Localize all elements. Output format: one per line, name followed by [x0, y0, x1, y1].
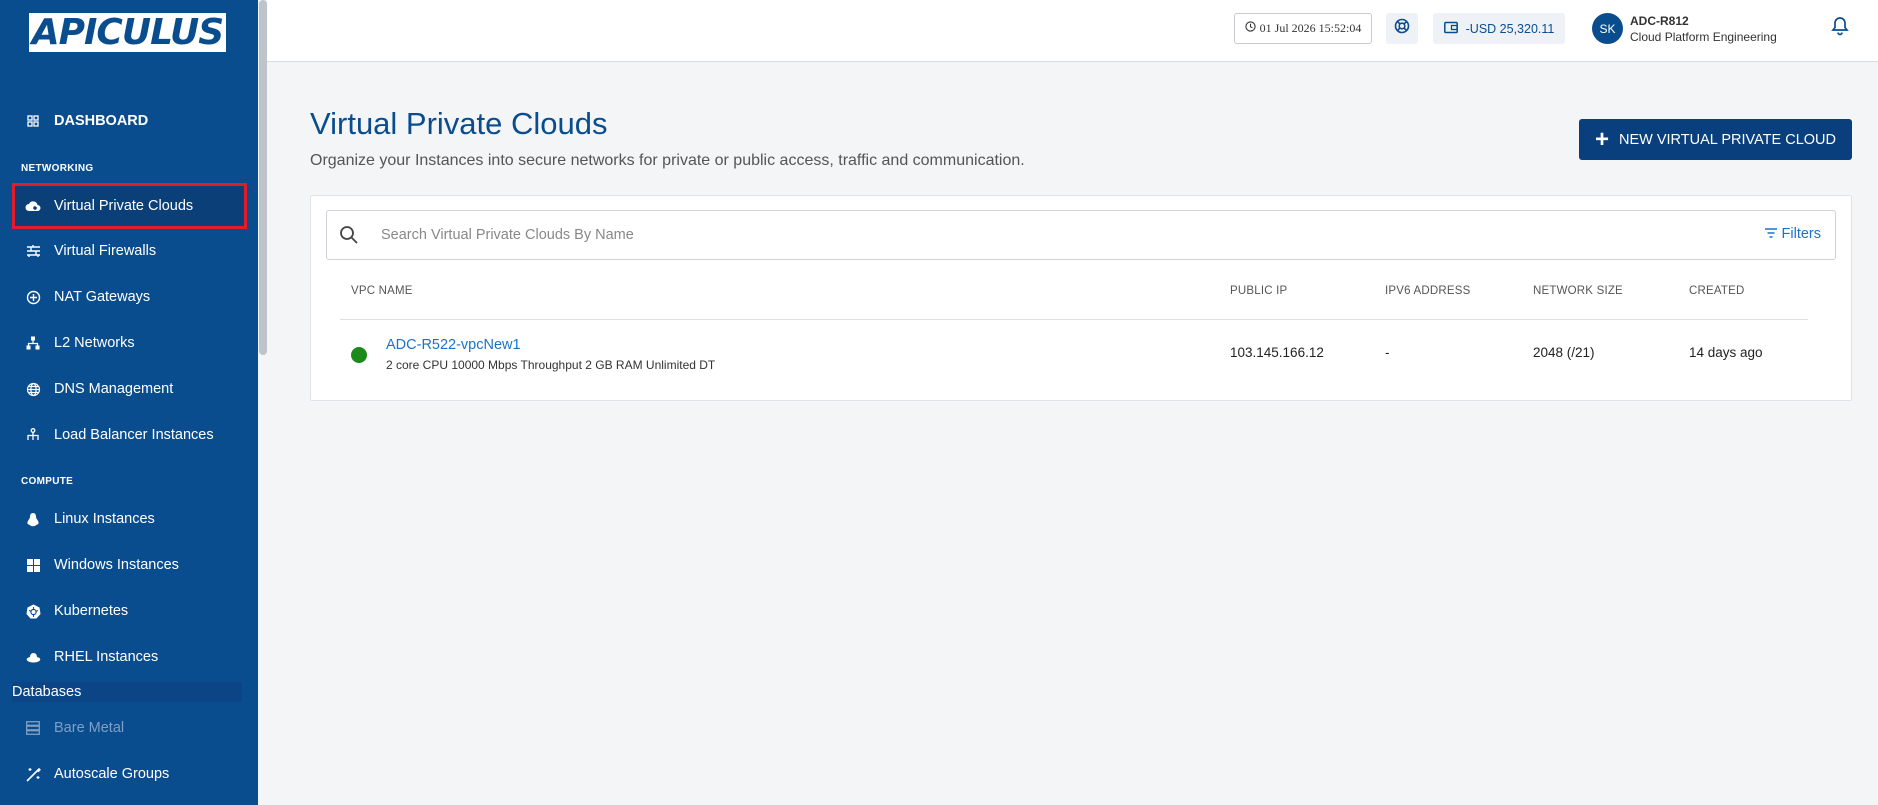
column-header-vpc-name: VPC NAME: [351, 285, 413, 297]
status-indicator: [351, 347, 367, 363]
load-balancer-icon: [25, 427, 41, 443]
user-name[interactable]: ADC-R812: [1630, 14, 1689, 28]
filter-icon: [1764, 226, 1777, 242]
new-virtual-private-cloud-button[interactable]: + NEW VIRTUAL PRIVATE CLOUD: [1579, 119, 1852, 160]
dashboard-icon: [25, 113, 41, 129]
sidebar-item-label: Bare Metal: [54, 720, 125, 736]
cloud-icon: [25, 198, 41, 214]
search-icon: [339, 225, 359, 245]
header-divider: [340, 319, 1808, 320]
bell-icon: [1831, 16, 1849, 41]
sidebar-item-databases[interactable]: Databases: [12, 682, 242, 702]
top-bar: 01 Jul 2026 15:52:04 -USD 25,320.11 SK A…: [267, 0, 1878, 62]
section-label-compute: COMPUTE: [21, 476, 74, 487]
wallet-icon: [1443, 21, 1458, 37]
column-header-ipv6-address: IPV6 ADDRESS: [1385, 285, 1471, 297]
sidebar-item-label: DASHBOARD: [54, 113, 149, 129]
ipv6-cell: -: [1385, 345, 1390, 360]
column-header-public-ip: PUBLIC IP: [1230, 285, 1288, 297]
search-input[interactable]: [381, 223, 1681, 247]
sidebar-item-kubernetes[interactable]: Kubernetes: [12, 588, 247, 634]
page-subtitle: Organize your Instances into secure netw…: [310, 152, 1025, 169]
sidebar-item-label: Virtual Firewalls: [54, 243, 157, 259]
datetime-display: 01 Jul 2026 15:52:04: [1234, 13, 1372, 44]
plus-icon: +: [1594, 125, 1609, 153]
created-cell: 14 days ago: [1689, 345, 1763, 360]
column-header-created: CREATED: [1689, 285, 1745, 297]
filters-label: Filters: [1781, 226, 1821, 242]
sidebar-item-label: Virtual Private Clouds: [54, 198, 194, 214]
sidebar-item-nat-gateways[interactable]: NAT Gateways: [12, 274, 247, 320]
sidebar-item-dns-management[interactable]: DNS Management: [12, 366, 247, 412]
sidebar-item-linux-instances[interactable]: Linux Instances: [12, 496, 247, 542]
sidebar: APICULUS DASHBOARD NETWORKING Virtual Pr…: [0, 0, 258, 805]
apiculus-logo[interactable]: APICULUS: [29, 12, 226, 53]
firewall-icon: [25, 243, 41, 259]
avatar[interactable]: SK: [1592, 13, 1623, 44]
search-bar: Filters: [326, 210, 1836, 260]
datetime-text: 01 Jul 2026 15:52:04: [1259, 21, 1362, 35]
sidebar-item-label: DNS Management: [54, 381, 174, 397]
sidebar-item-label: Autoscale Groups: [54, 766, 170, 782]
new-button-label: NEW VIRTUAL PRIVATE CLOUD: [1619, 131, 1836, 148]
column-header-network-size: NETWORK SIZE: [1533, 285, 1623, 297]
page-title: Virtual Private Clouds: [310, 106, 608, 141]
logo-text: APICULUS: [31, 12, 224, 53]
sidebar-item-windows-instances[interactable]: Windows Instances: [12, 542, 247, 588]
kubernetes-icon: [25, 603, 41, 619]
sidebar-item-label: Load Balancer Instances: [54, 427, 214, 443]
sidebar-item-rhel-instances[interactable]: RHEL Instances: [12, 634, 247, 680]
filters-button[interactable]: Filters: [1764, 226, 1821, 242]
sidebar-item-virtual-private-clouds[interactable]: Virtual Private Clouds: [12, 183, 247, 229]
server-icon: [25, 720, 41, 736]
notifications-button[interactable]: [1829, 16, 1851, 41]
sidebar-item-label: NAT Gateways: [54, 289, 151, 305]
sidebar-item-label: Windows Instances: [54, 557, 179, 573]
globe-icon: [25, 381, 41, 397]
sidebar-item-label: RHEL Instances: [54, 649, 159, 665]
rhel-icon: [25, 649, 41, 665]
sidebar-scrollbar[interactable]: [259, 0, 267, 355]
nat-gateway-icon: [25, 289, 41, 305]
network-size-cell: 2048 (/21): [1533, 345, 1595, 360]
sidebar-item-l2-networks[interactable]: L2 Networks: [12, 320, 247, 366]
support-button[interactable]: [1386, 13, 1418, 44]
linux-icon: [25, 511, 41, 527]
user-org: Cloud Platform Engineering: [1630, 30, 1777, 44]
sidebar-item-label: Linux Instances: [54, 511, 155, 527]
sidebar-item-load-balancer-instances[interactable]: Load Balancer Instances: [12, 412, 247, 458]
clock-icon: [1245, 21, 1256, 36]
vpc-description: 2 core CPU 10000 Mbps Throughput 2 GB RA…: [386, 358, 716, 372]
autoscale-icon: [25, 766, 41, 782]
wallet-balance-button[interactable]: -USD 25,320.11: [1433, 13, 1565, 44]
support-icon: [1394, 18, 1410, 39]
sidebar-item-autoscale-groups[interactable]: Autoscale Groups: [12, 751, 247, 797]
public-ip-cell: 103.145.166.12: [1230, 345, 1324, 360]
section-label-networking: NETWORKING: [21, 163, 94, 174]
sidebar-item-virtual-firewalls[interactable]: Virtual Firewalls: [12, 228, 247, 274]
balance-text: -USD 25,320.11: [1465, 21, 1555, 36]
vpc-name-link[interactable]: ADC-R522-vpcNew1: [386, 337, 521, 353]
windows-icon: [25, 557, 41, 573]
sidebar-item-label: Kubernetes: [54, 603, 129, 619]
sidebar-item-dashboard[interactable]: DASHBOARD: [12, 98, 247, 144]
sidebar-item-bare-metal: Bare Metal: [12, 705, 247, 751]
sidebar-item-label: L2 Networks: [54, 335, 135, 351]
network-icon: [25, 335, 41, 351]
